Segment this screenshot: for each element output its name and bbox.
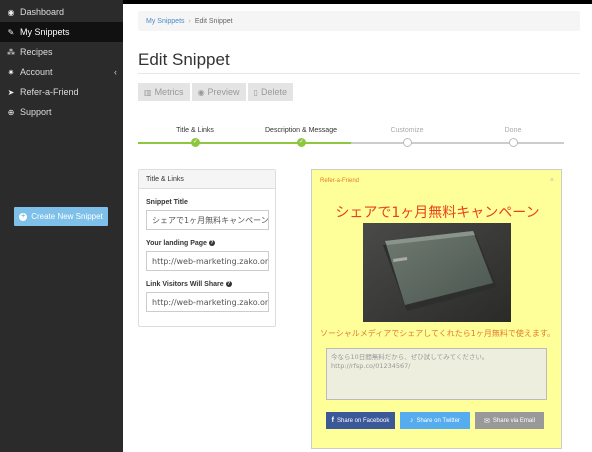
main-content: My Snippets › Edit Snippet Edit Snippet … [123, 0, 592, 452]
share-twitter-button[interactable]: ♪ Share on Twitter [400, 412, 470, 429]
check-icon: ✓ [191, 138, 200, 147]
chevron-left-icon: ‹ [114, 67, 117, 77]
snippet-toolbar: ▥ Metrics ◉ Preview ▯ Delete [138, 83, 293, 101]
sidebar-item-label: My Snippets [20, 27, 70, 37]
step-circle-icon [403, 138, 412, 147]
twitter-icon: ♪ [409, 417, 414, 424]
delete-button[interactable]: ▯ Delete [247, 83, 293, 101]
top-bar [123, 0, 592, 4]
share-facebook-button[interactable]: f Share on Facebook [326, 412, 395, 429]
pencil-icon: ✎ [7, 27, 15, 37]
share-email-button[interactable]: ✉ Share via Email [475, 412, 544, 429]
wizard-line-done [138, 142, 351, 144]
plus-circle-icon: + [19, 212, 28, 221]
preview-image [363, 223, 511, 322]
bar-chart-icon: ▥ [144, 87, 152, 97]
panel-heading: Title & Links [139, 170, 275, 189]
snippet-title-input[interactable]: シェアで1ヶ月無料キャンペーン [146, 210, 269, 230]
sidebar-item-dashboard[interactable]: ◉ Dashboard [0, 2, 123, 22]
preview-label: Preview [207, 87, 240, 97]
sidebar-item-label: Dashboard [20, 7, 65, 17]
metrics-button[interactable]: ▥ Metrics [138, 83, 190, 101]
sidebar-item-support[interactable]: ⊕ Support [0, 102, 123, 122]
breadcrumb-link-my-snippets[interactable]: My Snippets [146, 18, 185, 25]
link-visitors-share-label-text: Link Visitors Will Share [146, 281, 224, 288]
step-circle-icon [509, 138, 518, 147]
link-visitors-share-input[interactable]: http://web-marketing.zako.org/ [146, 292, 269, 312]
sidebar-item-account[interactable]: ✷ Account ‹ [0, 62, 123, 82]
wizard-step-description-message[interactable]: Description & Message [248, 127, 354, 134]
trash-icon: ▯ [253, 87, 258, 97]
preview-subtitle: ソーシャルメディアでシェアしてくれたら1ヶ月無料で使えます。 [319, 329, 556, 338]
share-facebook-label: Share on Facebook [336, 417, 390, 424]
page-title: Edit Snippet [138, 50, 230, 69]
gear-icon: ✷ [7, 67, 15, 77]
landing-page-label: Your landing Page? [146, 240, 215, 247]
title-links-panel: Title & Links Snippet Title シェアで1ヶ月無料キャン… [138, 169, 276, 327]
metrics-label: Metrics [154, 87, 184, 97]
wizard-progress: Title & Links Description & Message Cust… [138, 124, 564, 154]
wizard-step-title-links[interactable]: Title & Links [142, 127, 248, 134]
share-twitter-label: Share on Twitter [416, 417, 461, 424]
preview-tag: Refer-a-Friend [320, 178, 360, 184]
sidebar-item-refer-a-friend[interactable]: ➤ Refer-a-Friend [0, 82, 123, 102]
breadcrumb: My Snippets › Edit Snippet [138, 11, 580, 31]
sidebar-item-my-snippets[interactable]: ✎ My Snippets [0, 22, 123, 42]
sidebar-item-label: Recipes [20, 47, 53, 57]
wizard-line-pending [351, 142, 564, 144]
envelope-icon: ✉ [484, 417, 490, 425]
divider [138, 73, 580, 74]
share-icon: ➤ [7, 87, 15, 97]
close-icon[interactable]: × [550, 177, 554, 184]
wizard-step-done[interactable]: Done [460, 127, 566, 134]
snippet-preview: Refer-a-Friend × シェアで1ヶ月無料キャンペーン ソーシャルメデ… [311, 169, 562, 449]
check-icon: ✓ [297, 138, 306, 147]
sidebar-item-label: Support [20, 107, 52, 117]
notebook-photo [363, 223, 511, 322]
preview-title: シェアで1ヶ月無料キャンペーン [335, 205, 540, 221]
share-message-textarea[interactable]: 今なら10日間無料だから、ぜひ試してみてください。 http://rfsp.co… [326, 348, 547, 400]
snippet-title-label: Snippet Title [146, 199, 188, 206]
share-message-link: http://rfsp.co/01234567/ [331, 362, 411, 370]
sidebar: ◉ Dashboard ✎ My Snippets ⁂ Recipes ✷ Ac… [0, 0, 123, 452]
share-email-label: Share via Email [492, 417, 535, 424]
sidebar-item-label: Account [20, 67, 53, 77]
lifebuoy-icon: ⊕ [7, 107, 15, 117]
dashboard-icon: ◉ [7, 7, 15, 17]
sidebar-item-recipes[interactable]: ⁂ Recipes [0, 42, 123, 62]
delete-label: Delete [260, 87, 287, 97]
share-message-line: 今なら10日間無料だから、ぜひ試してみてください。 [331, 353, 489, 361]
help-icon[interactable]: ? [225, 281, 232, 288]
landing-page-label-text: Your landing Page [146, 240, 207, 247]
help-icon[interactable]: ? [208, 240, 215, 247]
landing-page-input[interactable]: http://web-marketing.zako.org/ [146, 251, 269, 271]
wizard-step-customize[interactable]: Customize [354, 127, 460, 134]
snippet-title-label-text: Snippet Title [146, 199, 188, 206]
sidebar-item-label: Refer-a-Friend [20, 87, 79, 97]
link-visitors-share-label: Link Visitors Will Share? [146, 281, 232, 288]
breadcrumb-separator: › [188, 17, 191, 25]
eye-icon: ◉ [197, 87, 205, 97]
facebook-icon: f [331, 417, 334, 424]
create-new-snippet-button[interactable]: + Create New Snippet [14, 207, 108, 226]
preview-button[interactable]: ◉ Preview [191, 83, 246, 101]
create-new-snippet-label: Create New Snippet [31, 212, 103, 221]
breadcrumb-current: Edit Snippet [194, 17, 233, 25]
sitemap-icon: ⁂ [7, 47, 15, 57]
